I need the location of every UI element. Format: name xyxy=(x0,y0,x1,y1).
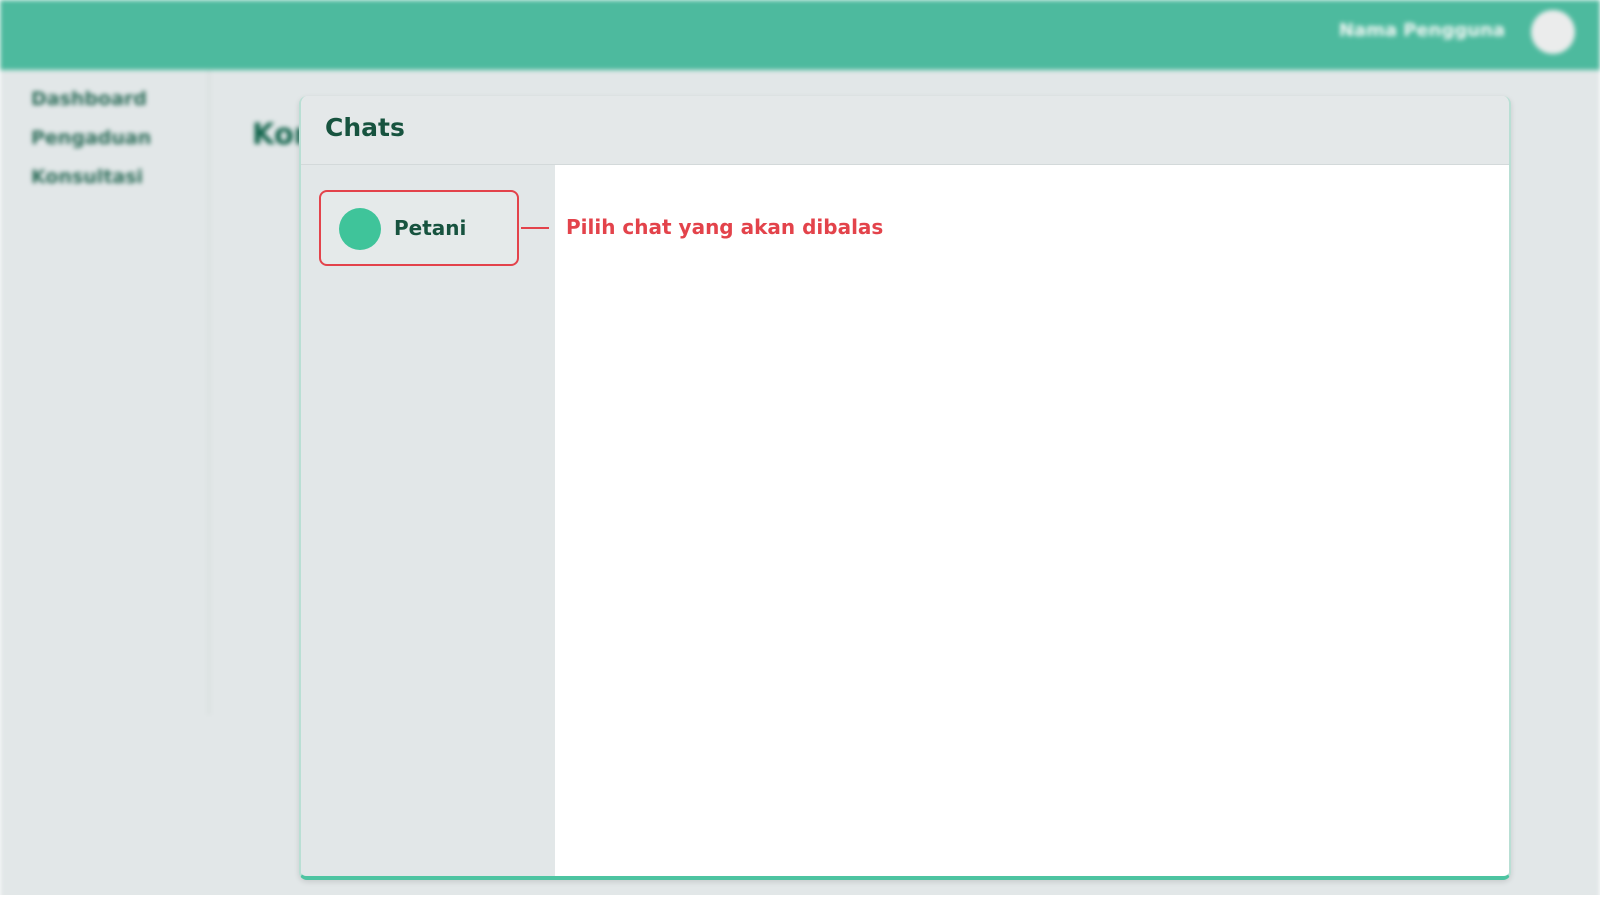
chat-header-title: Chats xyxy=(325,113,405,142)
page-title: Kor xyxy=(252,117,302,151)
user-avatar[interactable] xyxy=(1531,10,1575,54)
chat-panel: Chats Petani Pilih chat yang akan dibala… xyxy=(299,96,1511,880)
chat-list: Petani xyxy=(301,165,555,876)
chat-contact-name: Petani xyxy=(394,216,467,240)
annotation-connector xyxy=(521,227,549,229)
user-name[interactable]: Nama Pengguna xyxy=(1339,20,1505,41)
sidebar-item-dashboard[interactable]: Dashboard xyxy=(31,88,147,110)
app-root: Nama Pengguna Dashboard Pengaduan Konsul… xyxy=(0,0,1600,900)
sidebar-item-konsultasi[interactable]: Konsultasi xyxy=(31,166,143,188)
annotation-label: Pilih chat yang akan dibalas xyxy=(566,215,884,239)
topbar: Nama Pengguna xyxy=(0,0,1600,70)
sidebar: Dashboard Pengaduan Konsultasi xyxy=(0,70,210,715)
chat-message-area xyxy=(555,165,1509,876)
bottom-strip xyxy=(0,895,1600,900)
chat-header: Chats xyxy=(301,96,1509,165)
chat-list-item[interactable]: Petani xyxy=(319,190,519,266)
chat-avatar xyxy=(339,208,381,250)
sidebar-item-pengaduan[interactable]: Pengaduan xyxy=(31,127,151,149)
